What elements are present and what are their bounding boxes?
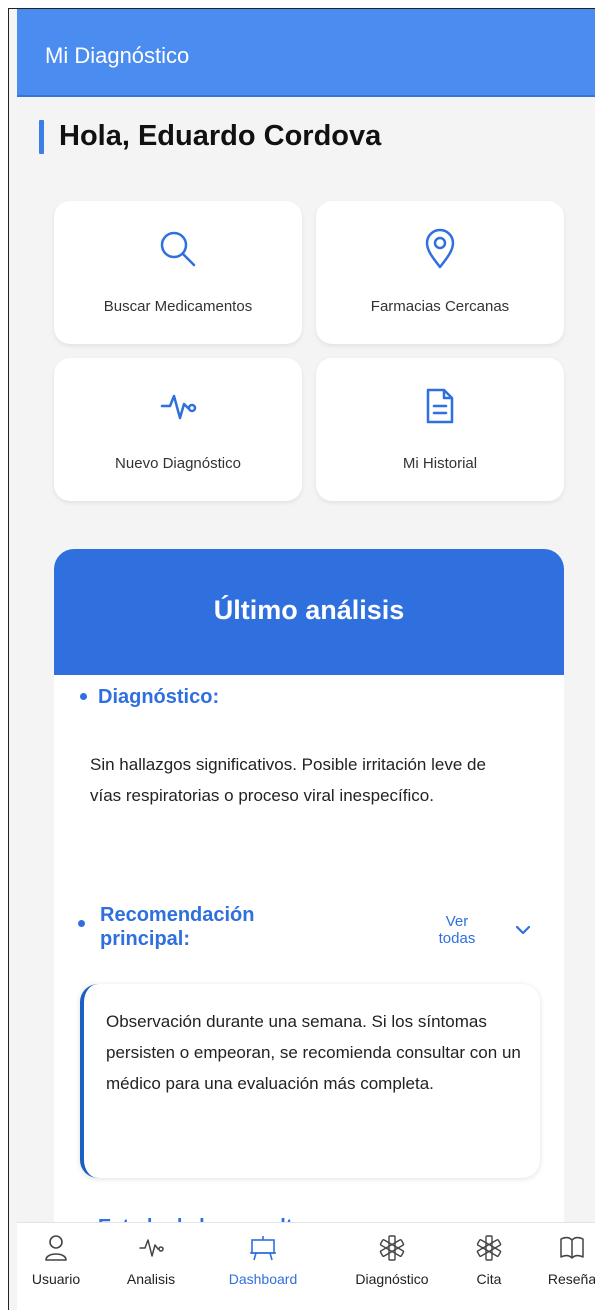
nav-item-dashboard[interactable]: Dashboard [225, 1223, 301, 1310]
nav-label: Dashboard [228, 1271, 298, 1287]
presentation-board-icon [250, 1236, 276, 1261]
nav-label: Usuario [31, 1271, 81, 1287]
recommendation-title-line2: principal: [100, 928, 191, 950]
tile-label: Mi Historial [402, 455, 478, 472]
tile-label: Buscar Medicamentos [103, 298, 253, 315]
nav-item-diagnostico[interactable]: Diagnóstico [352, 1223, 432, 1310]
app-title: Mi Diagnóstico [45, 43, 190, 68]
tile-buscar-medicamentos[interactable]: Buscar Medicamentos [54, 201, 302, 344]
view-all-line2: todas [438, 929, 476, 947]
user-icon [45, 1235, 67, 1261]
tile-label: Farmacias Cercanas [370, 298, 510, 315]
tile-mi-historial[interactable]: Mi Historial [316, 358, 564, 501]
bullet-dot [80, 693, 87, 700]
view-all-button[interactable]: Ver todas [432, 913, 482, 947]
search-icon [160, 231, 196, 267]
tile-nuevo-diagnostico[interactable]: Nuevo Diagnóstico [54, 358, 302, 501]
nav-label: Analisis [126, 1271, 176, 1287]
last-analysis-card: Último análisis Diagnóstico: Sin hallazg… [54, 549, 564, 1310]
recommendation-text: Observación durante una semana. Si los s… [106, 1012, 521, 1093]
nav-item-analisis[interactable]: Analisis [125, 1223, 177, 1310]
nav-item-cita[interactable]: Cita [469, 1223, 509, 1310]
app-bar: Mi Diagnóstico [17, 9, 595, 97]
tile-farmacias-cercanas[interactable]: Farmacias Cercanas [316, 201, 564, 344]
nav-label: Diagnóstico [355, 1271, 429, 1287]
recommendation-box: Observación durante una semana. Si los s… [80, 984, 540, 1178]
nav-item-usuario[interactable]: Usuario [31, 1223, 81, 1310]
recommendation-title: Recomendación principal: [100, 903, 254, 951]
book-icon [560, 1236, 584, 1259]
recommendation-title-line1: Recomendación [100, 904, 255, 926]
bullet-dot [78, 920, 85, 927]
pulse-icon [160, 394, 197, 420]
document-icon [426, 388, 454, 424]
card-title: Último análisis [213, 595, 405, 625]
view-all-line1: Ver [445, 913, 469, 930]
greeting-accent-bar [39, 120, 44, 154]
location-pin-icon [425, 228, 455, 269]
diagnosis-text: Sin hallazgos significativos. Posible ir… [90, 755, 486, 805]
bottom-nav: Usuario Analisis Dashboard Diagnóstico C… [17, 1222, 595, 1310]
asterisk-icon [379, 1235, 405, 1261]
pulse-icon [139, 1239, 164, 1257]
nav-label: Reseña [547, 1271, 595, 1287]
chevron-down-icon[interactable] [512, 919, 534, 941]
card-header: Último análisis [54, 549, 564, 675]
tile-label: Nuevo Diagnóstico [115, 455, 241, 472]
greeting-heading: Hola, Eduardo Cordova [59, 120, 382, 152]
nav-item-resena[interactable]: Reseña [547, 1223, 595, 1310]
app-frame: Mi Diagnóstico Hola, Eduardo Cordova Bus… [8, 8, 595, 1310]
asterisk-icon [476, 1235, 502, 1261]
nav-label: Cita [476, 1271, 502, 1287]
diagnosis-title: Diagnóstico: [98, 686, 220, 708]
